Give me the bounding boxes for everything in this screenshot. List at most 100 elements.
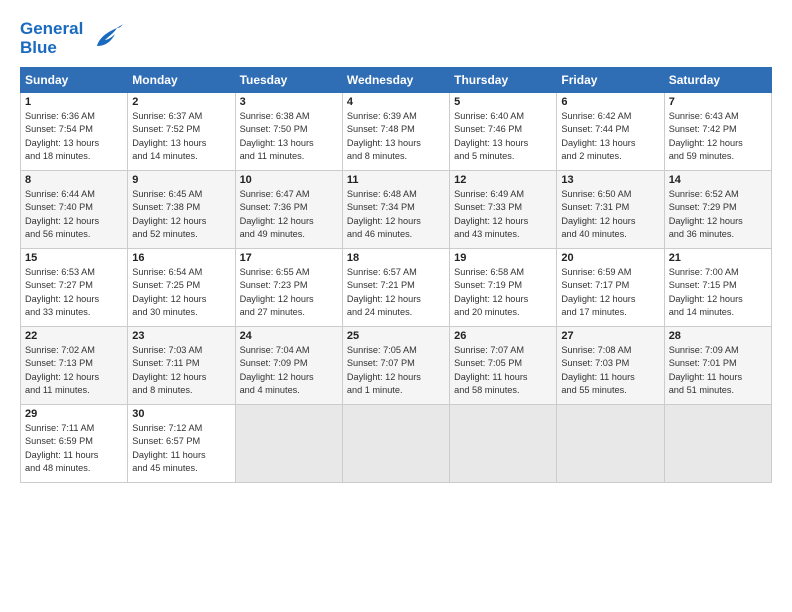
calendar-cell xyxy=(450,405,557,483)
day-number: 27 xyxy=(561,330,659,342)
day-info: Sunrise: 6:36 AMSunset: 7:54 PMDaylight:… xyxy=(25,110,123,163)
day-info: Sunrise: 6:44 AMSunset: 7:40 PMDaylight:… xyxy=(25,188,123,241)
day-number: 20 xyxy=(561,252,659,264)
day-info: Sunrise: 7:11 AMSunset: 6:59 PMDaylight:… xyxy=(25,422,123,475)
page: General Blue SundayMondayTuesdayWednesda… xyxy=(0,0,792,612)
day-info: Sunrise: 7:09 AMSunset: 7:01 PMDaylight:… xyxy=(669,344,767,397)
day-info: Sunrise: 6:38 AMSunset: 7:50 PMDaylight:… xyxy=(240,110,338,163)
day-number: 29 xyxy=(25,408,123,420)
day-info: Sunrise: 6:39 AMSunset: 7:48 PMDaylight:… xyxy=(347,110,445,163)
calendar-cell xyxy=(557,405,664,483)
calendar-cell: 5Sunrise: 6:40 AMSunset: 7:46 PMDaylight… xyxy=(450,93,557,171)
calendar-week-row: 29 Sunrise: 7:11 AMSunset: 6:59 PMDayligh… xyxy=(21,405,772,483)
calendar-cell: 4 Sunrise: 6:39 AMSunset: 7:48 PMDaylight… xyxy=(342,93,449,171)
day-number: 30 xyxy=(132,408,230,420)
day-info: Sunrise: 7:02 AMSunset: 7:13 PMDaylight:… xyxy=(25,344,123,397)
logo-general: General xyxy=(20,19,83,38)
calendar-cell xyxy=(235,405,342,483)
calendar-week-row: 1Sunrise: 6:36 AMSunset: 7:54 PMDaylight… xyxy=(21,93,772,171)
calendar-table: SundayMondayTuesdayWednesdayThursdayFrid… xyxy=(20,67,772,483)
logo-blue: Blue xyxy=(20,39,83,58)
calendar-header-row: SundayMondayTuesdayWednesdayThursdayFrid… xyxy=(21,68,772,93)
calendar-cell: 16 Sunrise: 6:54 AMSunset: 7:25 PMDayligh… xyxy=(128,249,235,327)
day-info: Sunrise: 6:54 AMSunset: 7:25 PMDaylight:… xyxy=(132,266,230,319)
day-info: Sunrise: 6:52 AMSunset: 7:29 PMDaylight:… xyxy=(669,188,767,241)
day-number: 25 xyxy=(347,330,445,342)
calendar-cell: 12 Sunrise: 6:49 AMSunset: 7:33 PMDayligh… xyxy=(450,171,557,249)
calendar-cell: 3 Sunrise: 6:38 AMSunset: 7:50 PMDaylight… xyxy=(235,93,342,171)
weekday-header: Sunday xyxy=(21,68,128,93)
calendar-cell: 9Sunrise: 6:45 AMSunset: 7:38 PMDaylight… xyxy=(128,171,235,249)
calendar-cell: 18 Sunrise: 6:57 AMSunset: 7:21 PMDayligh… xyxy=(342,249,449,327)
weekday-header: Tuesday xyxy=(235,68,342,93)
day-number: 24 xyxy=(240,330,338,342)
calendar-cell: 23 Sunrise: 7:03 AMSunset: 7:11 PMDayligh… xyxy=(128,327,235,405)
day-info: Sunrise: 6:53 AMSunset: 7:27 PMDaylight:… xyxy=(25,266,123,319)
calendar-cell: 22 Sunrise: 7:02 AMSunset: 7:13 PMDayligh… xyxy=(21,327,128,405)
day-info: Sunrise: 6:47 AMSunset: 7:36 PMDaylight:… xyxy=(240,188,338,241)
day-info: Sunrise: 6:43 AMSunset: 7:42 PMDaylight:… xyxy=(669,110,767,163)
day-info: Sunrise: 6:49 AMSunset: 7:33 PMDaylight:… xyxy=(454,188,552,241)
day-number: 15 xyxy=(25,252,123,264)
day-number: 26 xyxy=(454,330,552,342)
day-number: 23 xyxy=(132,330,230,342)
day-info: Sunrise: 7:07 AMSunset: 7:05 PMDaylight:… xyxy=(454,344,552,397)
calendar-week-row: 8 Sunrise: 6:44 AMSunset: 7:40 PMDaylight… xyxy=(21,171,772,249)
header: General Blue xyxy=(20,18,772,59)
day-info: Sunrise: 7:04 AMSunset: 7:09 PMDaylight:… xyxy=(240,344,338,397)
calendar-week-row: 15 Sunrise: 6:53 AMSunset: 7:27 PMDayligh… xyxy=(21,249,772,327)
day-number: 18 xyxy=(347,252,445,264)
day-number: 7 xyxy=(669,96,767,108)
logo: General Blue xyxy=(20,18,125,59)
calendar-cell: 11Sunrise: 6:48 AMSunset: 7:34 PMDayligh… xyxy=(342,171,449,249)
calendar-cell: 28Sunrise: 7:09 AMSunset: 7:01 PMDayligh… xyxy=(664,327,771,405)
calendar-cell xyxy=(664,405,771,483)
calendar-cell: 17Sunrise: 6:55 AMSunset: 7:23 PMDayligh… xyxy=(235,249,342,327)
weekday-header: Thursday xyxy=(450,68,557,93)
day-info: Sunrise: 7:00 AMSunset: 7:15 PMDaylight:… xyxy=(669,266,767,319)
calendar-cell: 10Sunrise: 6:47 AMSunset: 7:36 PMDayligh… xyxy=(235,171,342,249)
calendar-cell: 8 Sunrise: 6:44 AMSunset: 7:40 PMDaylight… xyxy=(21,171,128,249)
day-info: Sunrise: 6:58 AMSunset: 7:19 PMDaylight:… xyxy=(454,266,552,319)
calendar-cell: 1Sunrise: 6:36 AMSunset: 7:54 PMDaylight… xyxy=(21,93,128,171)
calendar-cell: 25 Sunrise: 7:05 AMSunset: 7:07 PMDayligh… xyxy=(342,327,449,405)
day-info: Sunrise: 6:42 AMSunset: 7:44 PMDaylight:… xyxy=(561,110,659,163)
calendar-cell: 13Sunrise: 6:50 AMSunset: 7:31 PMDayligh… xyxy=(557,171,664,249)
day-info: Sunrise: 7:03 AMSunset: 7:11 PMDaylight:… xyxy=(132,344,230,397)
day-number: 2 xyxy=(132,96,230,108)
weekday-header: Saturday xyxy=(664,68,771,93)
day-number: 22 xyxy=(25,330,123,342)
day-number: 3 xyxy=(240,96,338,108)
logo-bird-icon xyxy=(89,18,125,59)
day-info: Sunrise: 6:50 AMSunset: 7:31 PMDaylight:… xyxy=(561,188,659,241)
calendar-cell: 30Sunrise: 7:12 AMSunset: 6:57 PMDayligh… xyxy=(128,405,235,483)
day-info: Sunrise: 6:40 AMSunset: 7:46 PMDaylight:… xyxy=(454,110,552,163)
calendar-cell: 24 Sunrise: 7:04 AMSunset: 7:09 PMDayligh… xyxy=(235,327,342,405)
calendar-cell: 7 Sunrise: 6:43 AMSunset: 7:42 PMDaylight… xyxy=(664,93,771,171)
day-number: 8 xyxy=(25,174,123,186)
day-number: 12 xyxy=(454,174,552,186)
day-info: Sunrise: 7:05 AMSunset: 7:07 PMDaylight:… xyxy=(347,344,445,397)
day-number: 16 xyxy=(132,252,230,264)
day-number: 14 xyxy=(669,174,767,186)
calendar-cell: 19 Sunrise: 6:58 AMSunset: 7:19 PMDayligh… xyxy=(450,249,557,327)
day-number: 9 xyxy=(132,174,230,186)
day-number: 19 xyxy=(454,252,552,264)
calendar-cell: 14 Sunrise: 6:52 AMSunset: 7:29 PMDayligh… xyxy=(664,171,771,249)
calendar-cell: 20 Sunrise: 6:59 AMSunset: 7:17 PMDayligh… xyxy=(557,249,664,327)
calendar-cell: 21Sunrise: 7:00 AMSunset: 7:15 PMDayligh… xyxy=(664,249,771,327)
calendar-cell xyxy=(342,405,449,483)
day-info: Sunrise: 6:59 AMSunset: 7:17 PMDaylight:… xyxy=(561,266,659,319)
weekday-header: Monday xyxy=(128,68,235,93)
day-number: 17 xyxy=(240,252,338,264)
calendar-cell: 6Sunrise: 6:42 AMSunset: 7:44 PMDaylight… xyxy=(557,93,664,171)
calendar-cell: 2 Sunrise: 6:37 AMSunset: 7:52 PMDaylight… xyxy=(128,93,235,171)
calendar-week-row: 22 Sunrise: 7:02 AMSunset: 7:13 PMDayligh… xyxy=(21,327,772,405)
day-number: 4 xyxy=(347,96,445,108)
calendar-cell: 15 Sunrise: 6:53 AMSunset: 7:27 PMDayligh… xyxy=(21,249,128,327)
day-number: 11 xyxy=(347,174,445,186)
weekday-header: Wednesday xyxy=(342,68,449,93)
day-info: Sunrise: 6:57 AMSunset: 7:21 PMDaylight:… xyxy=(347,266,445,319)
day-info: Sunrise: 6:37 AMSunset: 7:52 PMDaylight:… xyxy=(132,110,230,163)
calendar-cell: 27Sunrise: 7:08 AMSunset: 7:03 PMDayligh… xyxy=(557,327,664,405)
